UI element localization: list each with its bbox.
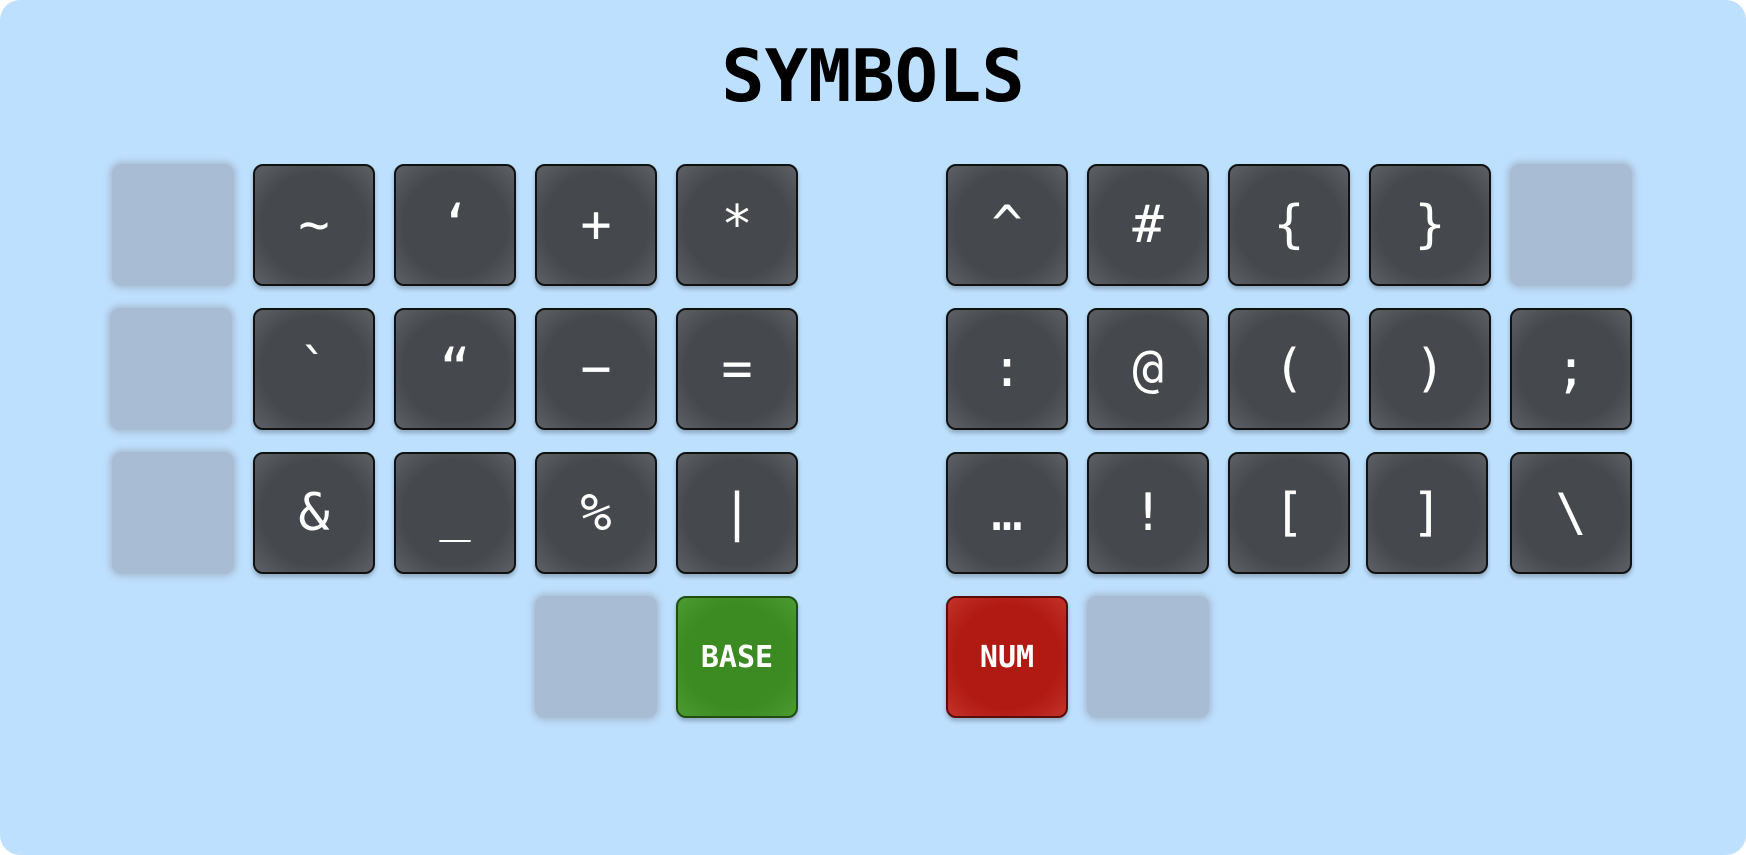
- key-plus[interactable]: +: [535, 164, 657, 286]
- empty-key: [1087, 596, 1209, 718]
- key-at[interactable]: @: [1087, 308, 1209, 430]
- key-caret[interactable]: ^: [946, 164, 1068, 286]
- key-equals[interactable]: =: [676, 308, 798, 430]
- layer-title: SYMBOLS: [721, 34, 1025, 118]
- key-minus[interactable]: −: [535, 308, 657, 430]
- key-colon[interactable]: :: [946, 308, 1068, 430]
- key-left-paren[interactable]: (: [1228, 308, 1350, 430]
- empty-key: [112, 164, 234, 286]
- empty-key: [110, 308, 232, 430]
- key-pipe[interactable]: |: [676, 452, 798, 574]
- key-asterisk[interactable]: *: [676, 164, 798, 286]
- key-right-paren[interactable]: ): [1369, 308, 1491, 430]
- key-ampersand[interactable]: &: [253, 452, 375, 574]
- empty-key: [535, 596, 657, 718]
- key-right-brace[interactable]: }: [1369, 164, 1491, 286]
- key-left-bracket[interactable]: [: [1228, 452, 1350, 574]
- key-right-bracket[interactable]: ]: [1366, 452, 1488, 574]
- keyboard-layer-card: SYMBOLS ~ ‘ + * ` “ − = & _ % | BASE ^ #…: [0, 0, 1746, 855]
- key-tilde[interactable]: ~: [253, 164, 375, 286]
- key-percent[interactable]: %: [535, 452, 657, 574]
- base-layer-key[interactable]: BASE: [676, 596, 798, 718]
- key-left-double-quote[interactable]: “: [394, 308, 516, 430]
- empty-key: [1510, 164, 1632, 286]
- key-semicolon[interactable]: ;: [1510, 308, 1632, 430]
- num-layer-key[interactable]: NUM: [946, 596, 1068, 718]
- key-underscore[interactable]: _: [394, 452, 516, 574]
- key-ellipsis[interactable]: …: [946, 452, 1068, 574]
- key-exclamation[interactable]: !: [1087, 452, 1209, 574]
- empty-key: [112, 452, 234, 574]
- key-left-brace[interactable]: {: [1228, 164, 1350, 286]
- key-backslash[interactable]: \: [1510, 452, 1632, 574]
- key-hash[interactable]: #: [1087, 164, 1209, 286]
- key-left-single-quote[interactable]: ‘: [394, 164, 516, 286]
- key-backtick[interactable]: `: [253, 308, 375, 430]
